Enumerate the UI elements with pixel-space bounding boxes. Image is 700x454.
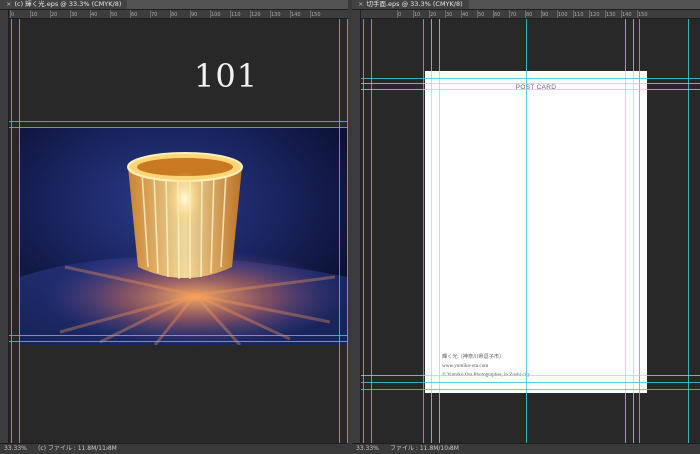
ruler-tick: 30 [444,10,453,18]
ruler-tick: 90 [540,10,549,18]
left-tab-bar: × (c) 輝く光.eps @ 33.3% (CMYK/8) [0,0,348,10]
ruler-tick: 70 [149,10,158,18]
right-document-window[interactable]: × 切手面.eps @ 33.3% (CMYK/8) 0 10 20 30 40 … [352,0,700,454]
left-canvas[interactable]: 101 [9,19,348,443]
ruler-tick: 90 [189,10,198,18]
ruler-tick: 80 [169,10,178,18]
ruler-tick: 50 [109,10,118,18]
close-icon[interactable]: × [358,0,363,8]
ruler-tick: 0 [9,10,15,18]
guide-line[interactable] [361,83,700,84]
tab-right-document[interactable]: × 切手面.eps @ 33.3% (CMYK/8) [352,0,469,9]
tab-label: 切手面.eps @ 33.3% (CMYK/8) [366,0,463,8]
page-number: 101 [194,57,259,95]
ruler-tick: 10 [29,10,38,18]
ruler-tick: 40 [89,10,98,18]
guide-line[interactable] [9,335,348,336]
guide-line[interactable] [339,19,340,443]
ruler-tick: 20 [49,10,58,18]
vertical-ruler[interactable] [0,10,9,444]
zoom-level[interactable]: 33.33% [4,444,27,454]
ruler-tick: 50 [476,10,485,18]
guide-line[interactable] [361,382,700,383]
left-document-window[interactable]: × (c) 輝く光.eps @ 33.3% (CMYK/8) 0 10 20 30… [0,0,348,454]
vertical-ruler[interactable] [352,10,361,444]
close-icon[interactable]: × [6,0,11,8]
ruler-tick: 20 [428,10,437,18]
ruler-tick: 120 [589,10,600,18]
ruler-tick: 100 [557,10,568,18]
ruler-tick: 110 [230,10,241,18]
zoom-level[interactable]: 33.33% [356,444,379,454]
candle-holder-photo [20,127,348,345]
guide-line[interactable] [361,389,700,390]
ruler-tick: 70 [508,10,517,18]
guide-line[interactable] [9,121,348,122]
status-menu-arrow[interactable]: › [448,444,450,454]
horizontal-ruler[interactable]: 0 10 20 30 40 50 60 70 80 90 100 110 120… [360,10,700,19]
postcard-page: POST CARD 輝く光（神奈川県逗子市） www.yumiko-ota.co… [425,71,647,393]
ruler-tick: 140 [290,10,301,18]
ruler-tick: 140 [621,10,632,18]
ruler-tick: 100 [210,10,221,18]
guide-line[interactable] [19,19,20,443]
ruler-tick: 0 [396,10,402,18]
file-size-info: (c) ファイル : 11.8M/11.8M [38,445,117,452]
horizontal-ruler[interactable]: 0 10 20 30 40 50 60 70 80 90 100 110 120… [8,10,348,19]
ruler-tick: 60 [129,10,138,18]
right-status-bar: 33.33% ファイル : 11.8M/10.8M › [352,443,700,454]
ruler-tick: 120 [250,10,261,18]
guide-line[interactable] [347,19,348,443]
right-canvas[interactable]: POST CARD 輝く光（神奈川県逗子市） www.yumiko-ota.co… [361,19,700,443]
tab-left-document[interactable]: × (c) 輝く光.eps @ 33.3% (CMYK/8) [0,0,128,9]
guide-line[interactable] [9,127,348,128]
left-status-bar: 33.33% (c) ファイル : 11.8M/11.8M › [0,443,348,454]
guide-line[interactable] [361,89,700,90]
ruler-tick: 110 [573,10,584,18]
guide-line[interactable] [9,341,348,342]
ruler-tick: 60 [492,10,501,18]
guide-line[interactable] [361,375,700,376]
ruler-tick: 150 [637,10,648,18]
right-tab-bar: × 切手面.eps @ 33.3% (CMYK/8) [352,0,700,10]
photo-caption: 輝く光（神奈川県逗子市） [442,354,505,360]
ruler-tick: 30 [69,10,78,18]
ruler-tick: 130 [605,10,616,18]
ruler-tick: 10 [412,10,421,18]
status-menu-arrow[interactable]: › [106,444,108,454]
guide-line[interactable] [11,19,12,443]
tab-label: (c) 輝く光.eps @ 33.3% (CMYK/8) [14,0,122,8]
ruler-tick: 150 [310,10,321,18]
guide-line[interactable] [361,78,700,79]
website-url: www.yumiko-ota.com [442,363,489,369]
ruler-tick: 40 [460,10,469,18]
ruler-tick: 130 [270,10,281,18]
ruler-tick: 80 [524,10,533,18]
